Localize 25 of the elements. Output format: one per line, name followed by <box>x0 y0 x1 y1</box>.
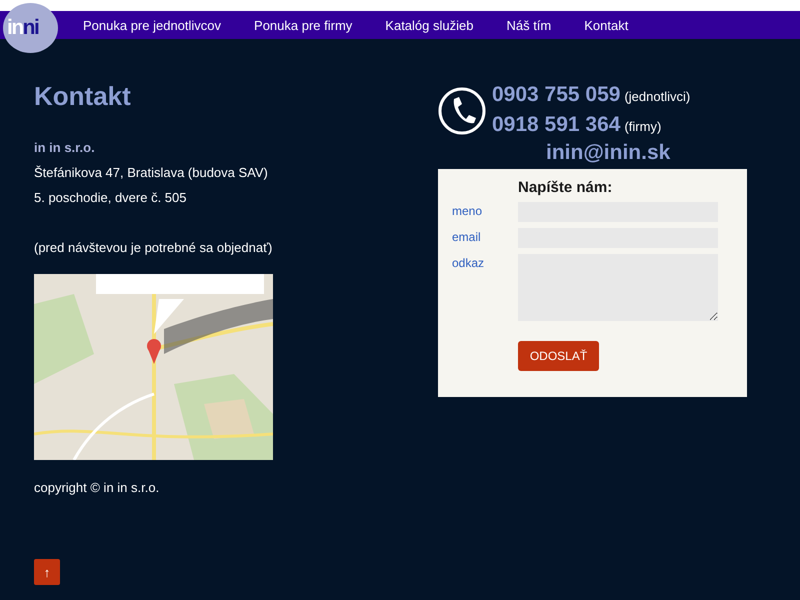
address-line: 5. poschodie, dvere č. 505 <box>34 189 188 207</box>
field-label: email <box>452 229 482 246</box>
logo[interactable]: inni <box>3 3 58 53</box>
address-line: Štefánikova 47, Bratislava (budova SAV) <box>34 164 269 182</box>
form-title: Napíšte nám: <box>518 179 614 196</box>
phone-number: 0903 755 059 <box>492 82 620 108</box>
phone-icon <box>438 87 486 135</box>
page-heading: Kontakt <box>34 81 132 111</box>
phone-label: (jednotlivci) <box>624 88 690 106</box>
nav-link[interactable]: Katalóg služieb <box>385 18 474 32</box>
nav-link[interactable]: Náš tím <box>506 18 552 32</box>
email-address: inin@inin.sk <box>546 141 670 165</box>
nav-link[interactable]: Ponuka pre firmy <box>254 18 352 32</box>
phone-label: (firmy) <box>624 118 662 136</box>
field-label: meno <box>452 203 484 220</box>
submit-button[interactable]: ODOSLAŤ <box>518 341 599 371</box>
nav-link[interactable]: Ponuka pre jednotlivcov <box>83 18 222 32</box>
message-field[interactable] <box>518 254 718 321</box>
company-name: in in s.r.o. <box>34 139 96 157</box>
field-label: odkaz <box>452 255 486 272</box>
nav-link[interactable]: Kontakt <box>584 18 628 32</box>
appointment-note: (pred návštevou je potrebné sa objednať) <box>34 239 274 257</box>
scroll-top-button[interactable]: ↑ <box>34 559 60 585</box>
copyright: copyright © in in s.r.o. <box>34 480 160 495</box>
phone-number: 0918 591 364 <box>492 112 620 138</box>
